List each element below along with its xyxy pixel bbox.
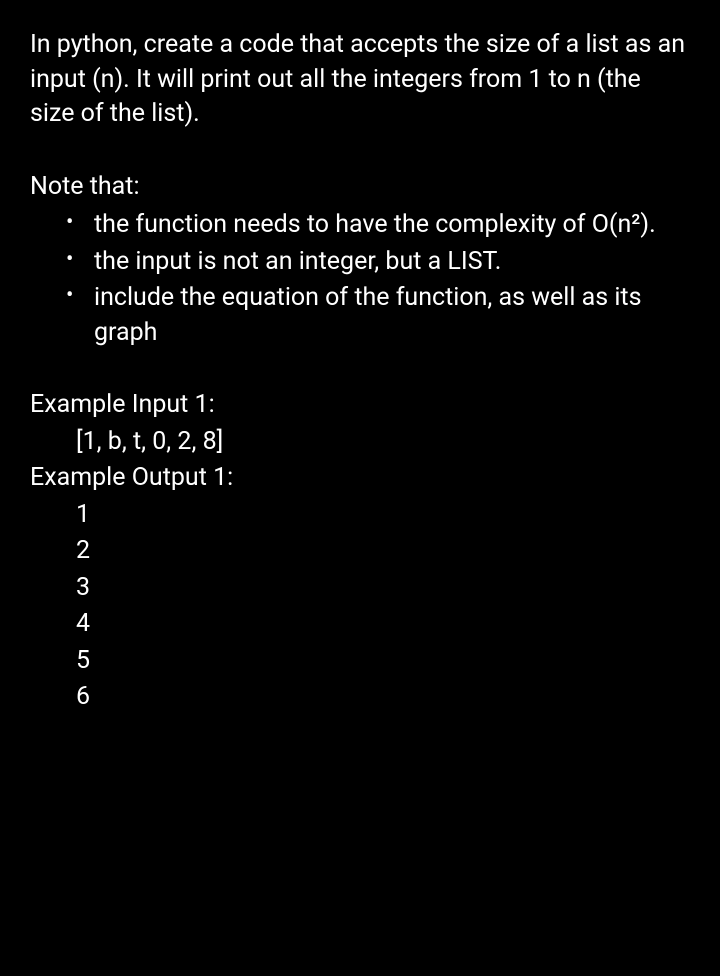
note-heading: Note that: <box>30 170 690 205</box>
output-line: 4 <box>30 607 690 642</box>
example-input-value: [1, b, t, 0, 2, 8] <box>30 425 690 460</box>
bullet-item: the function needs to have the complexit… <box>66 208 690 243</box>
bullet-item: the input is not an integer, but a LIST. <box>66 245 690 280</box>
output-line: 5 <box>30 644 690 679</box>
output-line: 2 <box>30 534 690 569</box>
output-line: 3 <box>30 571 690 606</box>
example-output-label: Example Output 1: <box>30 461 690 496</box>
bullet-item: include the equation of the function, as… <box>66 281 690 350</box>
bullet-list: the function needs to have the complexit… <box>30 208 690 350</box>
output-line: 6 <box>30 680 690 715</box>
output-line: 1 <box>30 498 690 533</box>
intro-paragraph: In python, create a code that accepts th… <box>30 28 690 132</box>
example-input-label: Example Input 1: <box>30 388 690 423</box>
